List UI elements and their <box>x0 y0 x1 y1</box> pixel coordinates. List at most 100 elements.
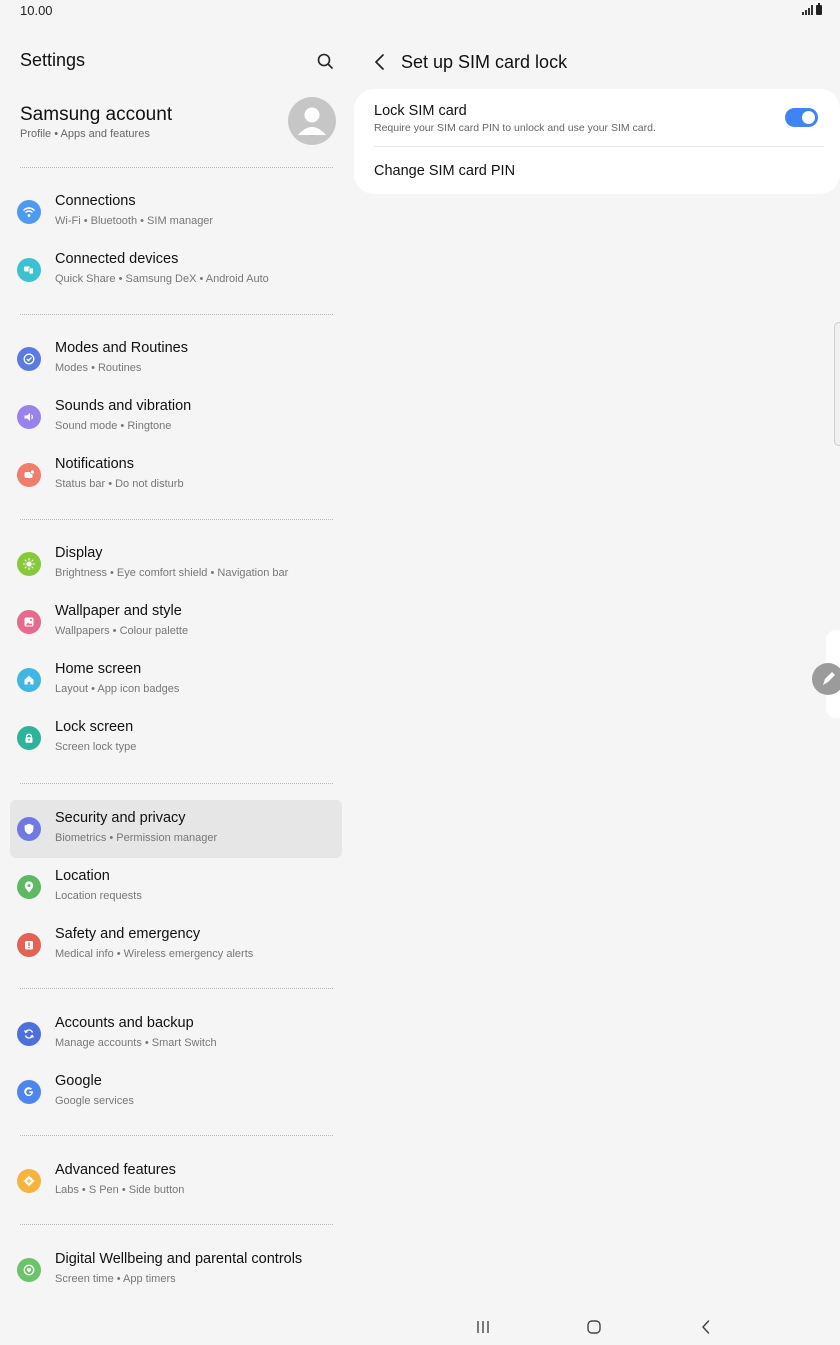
item-subtitle: Manage accounts • Smart Switch <box>55 1037 217 1049</box>
navigation-bar <box>0 1312 840 1345</box>
settings-item-safety[interactable]: Safety and emergency Medical info • Wire… <box>10 916 342 974</box>
settings-item-display[interactable]: Display Brightness • Eye comfort shield … <box>10 535 342 593</box>
divider <box>20 167 333 168</box>
gear-plus-icon <box>17 1169 41 1193</box>
item-label: Sounds and vibration <box>55 398 192 414</box>
item-subtitle: Screen time • App timers <box>55 1273 176 1285</box>
item-subtitle: Medical info • Wireless emergency alerts <box>55 948 254 960</box>
avatar[interactable] <box>288 97 336 145</box>
home-icon <box>17 668 41 692</box>
recents-icon <box>477 1321 489 1333</box>
settings-item-location[interactable]: Location Location requests <box>10 858 342 916</box>
lock-icon <box>17 726 41 750</box>
search-icon <box>317 53 333 69</box>
item-subtitle: Labs • S Pen • Side button <box>55 1184 185 1196</box>
settings-item-sounds[interactable]: Sounds and vibration Sound mode • Ringto… <box>10 388 342 446</box>
change-pin-label: Change SIM card PIN <box>374 163 516 179</box>
samsung-account[interactable]: Samsung account Profile • Apps and featu… <box>0 92 352 158</box>
item-subtitle: Biometrics • Permission manager <box>55 832 218 844</box>
divider <box>20 1224 333 1225</box>
item-label: Digital Wellbeing and parental controls <box>55 1251 303 1267</box>
speaker-icon <box>17 405 41 429</box>
divider <box>20 519 333 520</box>
settings-item-digital-wellbeing[interactable]: Digital Wellbeing and parental controls … <box>10 1241 342 1299</box>
item-subtitle: Layout • App icon badges <box>55 683 180 695</box>
floating-button[interactable] <box>812 663 840 695</box>
shield-icon <box>17 817 41 841</box>
item-label: Google <box>55 1073 102 1089</box>
item-label: Notifications <box>55 456 134 472</box>
person-icon <box>298 107 326 135</box>
chevron-left-icon <box>375 54 384 70</box>
lock-sim-toggle[interactable] <box>785 108 818 127</box>
settings-item-accounts-backup[interactable]: Accounts and backup Manage accounts • Sm… <box>10 1005 342 1063</box>
wifi-icon <box>17 200 41 224</box>
status-bar: 10.00 <box>0 0 840 22</box>
item-label: Security and privacy <box>55 810 186 826</box>
item-subtitle: Wallpapers • Colour palette <box>55 625 189 637</box>
google-icon <box>17 1080 41 1104</box>
back-nav-button[interactable] <box>691 1316 721 1338</box>
page-title: Set up SIM card lock <box>401 52 568 72</box>
back-button[interactable] <box>370 50 390 74</box>
settings-item-lock-screen[interactable]: Lock screen Screen lock type <box>10 709 342 767</box>
item-subtitle: Screen lock type <box>55 741 137 753</box>
item-label: Accounts and backup <box>55 1015 194 1031</box>
settings-item-connected-devices[interactable]: Connected devices Quick Share • Samsung … <box>10 241 342 299</box>
connected-devices-icon <box>17 258 41 282</box>
item-label: Display <box>55 545 103 561</box>
change-pin-row[interactable]: Change SIM card PIN <box>354 147 840 194</box>
item-subtitle: Modes • Routines <box>55 362 142 374</box>
back-icon <box>702 1320 710 1334</box>
item-label: Location <box>55 868 110 884</box>
settings-item-notifications[interactable]: Notifications Status bar • Do not distur… <box>10 446 342 504</box>
system-icons <box>802 3 822 15</box>
item-subtitle: Sound mode • Ringtone <box>55 420 172 432</box>
lock-sim-description: Require your SIM card PIN to unlock and … <box>374 122 656 134</box>
item-label: Modes and Routines <box>55 340 188 356</box>
home-button[interactable] <box>579 1316 609 1338</box>
lock-sim-label: Lock SIM card <box>374 103 467 119</box>
settings-item-security-privacy[interactable]: Security and privacy Biometrics • Permis… <box>10 800 342 858</box>
item-label: Wallpaper and style <box>55 603 182 619</box>
home-outline-icon <box>587 1320 601 1334</box>
settings-title: Settings <box>20 50 86 70</box>
item-subtitle: Location requests <box>55 890 142 902</box>
account-title: Samsung account <box>20 104 173 125</box>
location-pin-icon <box>17 875 41 899</box>
recents-button[interactable] <box>468 1316 498 1338</box>
divider <box>20 1135 333 1136</box>
detail-header: Set up SIM card lock <box>370 50 830 76</box>
wellbeing-icon <box>17 1258 41 1282</box>
settings-item-advanced-features[interactable]: Advanced features Labs • S Pen • Side bu… <box>10 1152 342 1210</box>
item-subtitle: Status bar • Do not disturb <box>55 478 184 490</box>
sun-icon <box>17 552 41 576</box>
alert-icon <box>17 933 41 957</box>
divider <box>20 314 333 315</box>
item-subtitle: Wi-Fi • Bluetooth • SIM manager <box>55 215 214 227</box>
item-subtitle: Brightness • Eye comfort shield • Naviga… <box>55 567 289 579</box>
divider <box>20 783 333 784</box>
item-label: Connected devices <box>55 251 179 267</box>
item-label: Connections <box>55 193 136 209</box>
edge-panel-handle[interactable] <box>834 322 840 446</box>
settings-item-google[interactable]: Google Google services <box>10 1063 342 1121</box>
divider <box>20 988 333 989</box>
status-time: 10.00 <box>20 3 53 18</box>
lock-sim-row[interactable]: Lock SIM card Require your SIM card PIN … <box>354 89 840 147</box>
battery-icon <box>816 3 822 15</box>
item-subtitle: Google services <box>55 1095 134 1107</box>
item-label: Lock screen <box>55 719 134 735</box>
item-label: Safety and emergency <box>55 926 201 942</box>
item-subtitle: Quick Share • Samsung DeX • Android Auto <box>55 273 269 285</box>
sync-icon <box>17 1022 41 1046</box>
settings-item-home-screen[interactable]: Home screen Layout • App icon badges <box>10 651 342 709</box>
search-button[interactable] <box>312 50 338 74</box>
settings-item-connections[interactable]: Connections Wi-Fi • Bluetooth • SIM mana… <box>10 183 342 241</box>
settings-panel: Settings Samsung account Profile • Apps … <box>0 22 352 1312</box>
settings-item-wallpaper[interactable]: Wallpaper and style Wallpapers • Colour … <box>10 593 342 651</box>
notification-icon <box>17 463 41 487</box>
settings-item-modes-routines[interactable]: Modes and Routines Modes • Routines <box>10 330 342 388</box>
pen-icon <box>823 672 835 685</box>
check-circle-icon <box>17 347 41 371</box>
